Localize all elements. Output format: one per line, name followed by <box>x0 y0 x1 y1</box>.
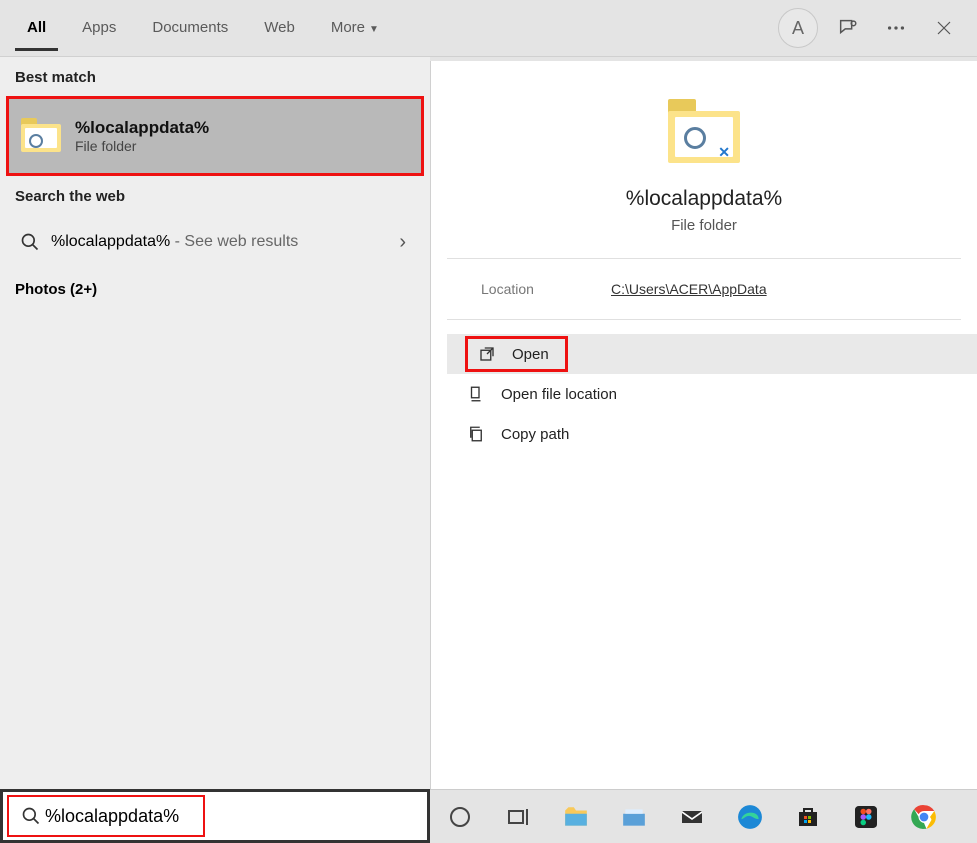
mail-icon[interactable] <box>676 801 708 833</box>
search-icon <box>15 232 45 252</box>
figma-icon[interactable] <box>850 801 882 833</box>
more-options-icon[interactable] <box>878 10 914 46</box>
action-open-loc-label: Open file location <box>501 386 617 403</box>
taskbar <box>430 789 977 843</box>
copy-icon <box>465 425 487 443</box>
edge-icon[interactable] <box>734 801 766 833</box>
action-copy-path[interactable]: Copy path <box>447 414 977 454</box>
action-open[interactable]: Open <box>447 334 977 374</box>
search-box[interactable] <box>0 789 430 843</box>
best-match-title: %localappdata% <box>75 118 209 138</box>
folder-open-icon <box>465 385 487 403</box>
action-open-label: Open <box>512 346 549 363</box>
task-view-icon[interactable] <box>502 801 534 833</box>
web-query: %localappdata% <box>51 233 170 250</box>
file-explorer-icon[interactable] <box>560 801 592 833</box>
tab-all[interactable]: All <box>15 5 58 51</box>
cortana-icon[interactable] <box>444 801 476 833</box>
user-avatar[interactable]: A <box>778 8 818 48</box>
section-best-match: Best match <box>0 57 430 96</box>
tab-more[interactable]: More▼ <box>319 5 391 51</box>
open-icon <box>476 345 498 363</box>
tab-web[interactable]: Web <box>252 5 307 51</box>
chevron-right-icon: › <box>399 231 406 254</box>
search-input[interactable] <box>45 806 195 827</box>
folder-icon-large: ✕ <box>668 97 740 169</box>
web-suffix: - See web results <box>170 233 298 250</box>
chrome-icon[interactable] <box>908 801 940 833</box>
results-panel: Best match %localappdata% File folder Se… <box>0 57 430 789</box>
action-open-file-location[interactable]: Open file location <box>447 374 977 414</box>
search-icon <box>17 806 45 826</box>
preview-subtitle: File folder <box>671 217 737 234</box>
preview-panel: ✕ %localappdata% File folder Location C:… <box>430 61 977 789</box>
folder-icon <box>21 116 61 156</box>
location-label: Location <box>481 281 611 297</box>
chevron-down-icon: ▼ <box>369 24 379 35</box>
web-search-result[interactable]: %localappdata% - See web results › <box>0 215 430 269</box>
search-tabs-bar: All Apps Documents Web More▼ A <box>0 0 977 57</box>
close-icon[interactable] <box>926 10 962 46</box>
location-path[interactable]: C:\Users\ACER\AppData <box>611 281 767 297</box>
feedback-icon[interactable] <box>830 10 866 46</box>
preview-title: %localappdata% <box>626 187 782 211</box>
photos-result[interactable]: Photos (2+) <box>0 269 430 310</box>
store-icon[interactable] <box>792 801 824 833</box>
action-copy-path-label: Copy path <box>501 426 569 443</box>
best-match-subtitle: File folder <box>75 138 209 154</box>
tab-documents[interactable]: Documents <box>140 5 240 51</box>
tab-apps[interactable]: Apps <box>70 5 128 51</box>
keyboard-icon[interactable] <box>618 801 650 833</box>
best-match-result[interactable]: %localappdata% File folder <box>9 99 421 173</box>
section-search-web: Search the web <box>0 176 430 215</box>
